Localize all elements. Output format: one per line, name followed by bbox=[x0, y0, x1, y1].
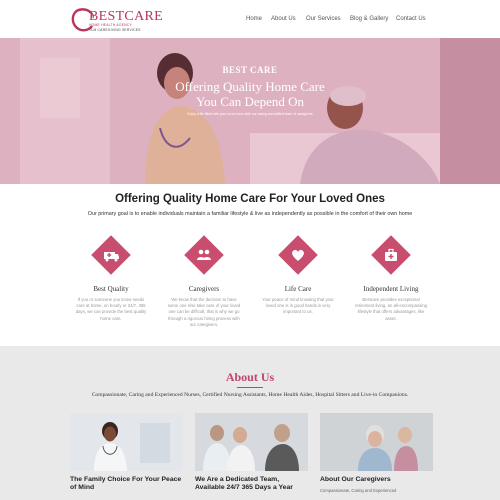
hero-banner: BEST CARE Offering Quality Home Care You… bbox=[0, 38, 500, 184]
site-header: BESTCARE HOME HEALTH AGENCY TLM CAREGIVI… bbox=[0, 0, 500, 38]
feature-best-quality: Best Quality If you or someone you know … bbox=[72, 235, 150, 321]
heart-icon bbox=[292, 249, 304, 261]
feature-desc: Bestcare provides exceptional retirement… bbox=[354, 297, 428, 321]
card-subtitle: Compassionate, Caring and Experienced bbox=[320, 488, 397, 493]
card-title: About Our Caregivers bbox=[320, 476, 391, 483]
about-card-dedicated-team[interactable]: We Are a Dedicated Team, Available 24/7 … bbox=[195, 413, 308, 500]
feature-title: Life Care bbox=[284, 285, 312, 293]
nav-blog-gallery[interactable]: Blog & Gallery bbox=[350, 16, 388, 22]
card-photo-nurse bbox=[70, 413, 183, 471]
card-photo-team bbox=[195, 413, 308, 471]
about-title: About Us bbox=[225, 370, 275, 384]
hero-headline-2: You Can Depend On bbox=[195, 94, 305, 109]
nav-our-services[interactable]: Our Services bbox=[306, 16, 341, 22]
about-description: Compassionate, Caring and Experienced Nu… bbox=[91, 392, 409, 398]
hero-overlay bbox=[0, 38, 500, 184]
hero-headline: Offering Quality Home Care bbox=[175, 79, 325, 94]
feature-desc: We know that the decision to have some o… bbox=[167, 297, 241, 327]
caregiver-icon bbox=[197, 249, 211, 260]
section-title: Offering Quality Home Care For Your Love… bbox=[115, 193, 385, 205]
site-logo[interactable]: BESTCARE HOME HEALTH AGENCY TLM CAREGIVI… bbox=[70, 7, 163, 33]
feature-title: Caregivers bbox=[188, 285, 220, 293]
ambulance-icon bbox=[104, 252, 119, 262]
logo-tagline: HOME HEALTH AGENCY bbox=[89, 23, 132, 27]
about-card-caregivers[interactable]: About Our Caregivers Compassionate, Cari… bbox=[320, 413, 433, 500]
feature-life-care: Life Care Your peace of mind knowing tha… bbox=[259, 235, 337, 314]
card-photo-caregivers bbox=[320, 413, 433, 471]
hero-subtext: Enjoy a life filled with your loved ones… bbox=[187, 112, 313, 116]
about-card-family-choice[interactable]: The Family Choice For Your Peace of Mind bbox=[70, 413, 183, 500]
hero-brand: BEST CARE bbox=[222, 65, 278, 75]
feature-title: Independent Living bbox=[363, 285, 419, 293]
card-title: We Are a Dedicated Team, Available 24/7 … bbox=[195, 476, 293, 491]
nav-contact-us[interactable]: Contact Us bbox=[396, 16, 426, 22]
title-divider bbox=[237, 387, 263, 388]
feature-title: Best Quality bbox=[93, 285, 129, 293]
logo-tagline-secondary: TLM CAREGIVING SERVICES bbox=[89, 27, 141, 32]
feature-desc: If you or someone you know needs care at… bbox=[75, 297, 147, 321]
card-title: The Family Choice For Your Peace of Mind bbox=[70, 476, 182, 491]
about-section: About Us Compassionate, Caring and Exper… bbox=[0, 346, 500, 500]
nav-home[interactable]: Home bbox=[246, 16, 262, 22]
feature-desc: Your peace of mind knowing that your lov… bbox=[262, 297, 334, 315]
nav-about-us[interactable]: About Us bbox=[271, 16, 296, 22]
medical-kit-icon bbox=[385, 248, 397, 261]
feature-independent-living: Independent Living Bestcare provides exc… bbox=[352, 235, 430, 321]
section-intro: Our primary goal is to enable individual… bbox=[87, 211, 413, 217]
feature-caregivers: Caregivers We know that the decision to … bbox=[165, 235, 243, 327]
